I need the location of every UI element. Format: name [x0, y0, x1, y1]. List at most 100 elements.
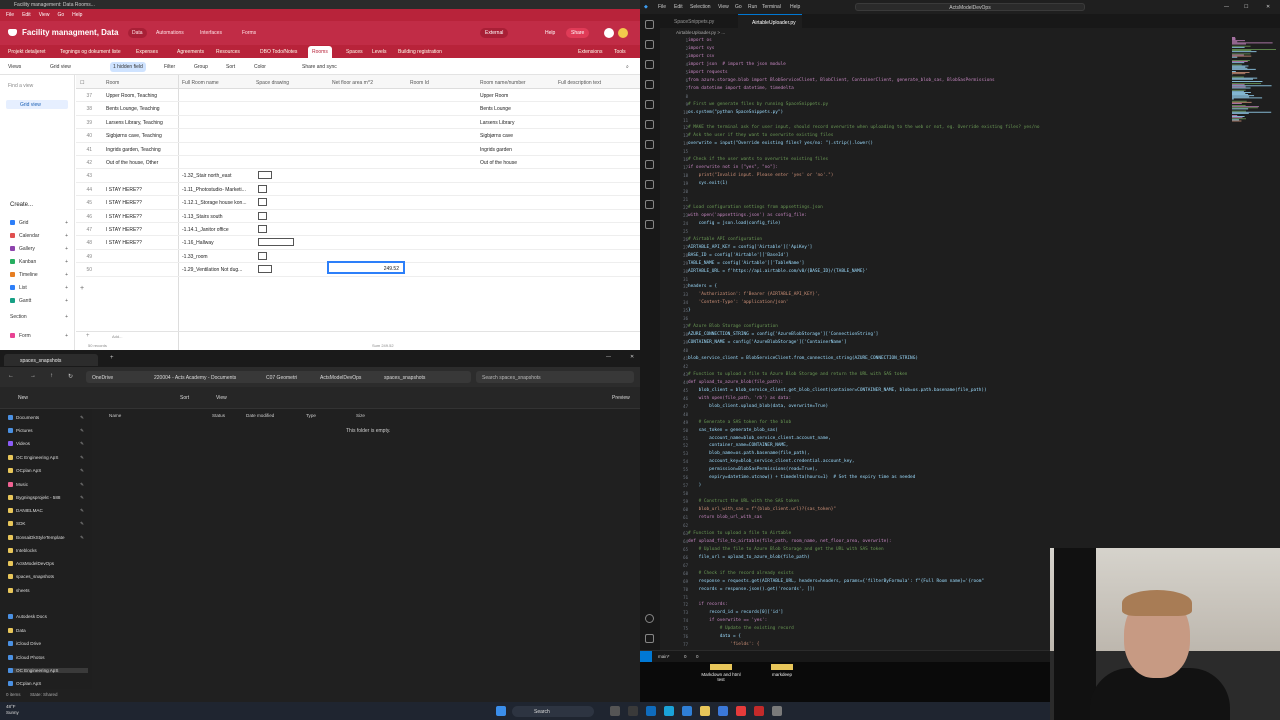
- code-line[interactable]: with open('appsettings.json') as config_…: [688, 212, 1248, 220]
- edge-icon[interactable]: [664, 706, 674, 716]
- cell-room-number[interactable]: Upper Room: [480, 93, 552, 99]
- space-drawing-thumbnail[interactable]: [258, 251, 267, 260]
- code-line[interactable]: if overwrite not in ["yes", "no"]:: [688, 164, 1248, 172]
- col-room[interactable]: Room: [106, 80, 119, 86]
- menu-selection[interactable]: Selection: [690, 4, 711, 10]
- nav-item[interactable]: Videos ✎: [8, 441, 88, 447]
- code-line[interactable]: # Construct the URL with the SAS token: [688, 498, 1248, 506]
- nav-data[interactable]: Data: [128, 28, 147, 38]
- code-line[interactable]: # Generate a SAS token for the blob: [688, 419, 1248, 427]
- code-line[interactable]: [688, 522, 1248, 530]
- tab-levels[interactable]: Levels: [372, 49, 386, 55]
- sort-button[interactable]: Sort: [180, 395, 189, 401]
- nav-item[interactable]: iCloud Photos: [8, 655, 88, 661]
- table-row[interactable]: 48 I STAY HERE?? -1.16_Hallway: [76, 236, 640, 250]
- code-line[interactable]: blob_client = blob_service_client.get_bl…: [688, 387, 1248, 395]
- col-date-modified[interactable]: Date modified: [246, 413, 274, 418]
- desktop-item-markdown[interactable]: Markdown and html test: [701, 672, 741, 682]
- cell-room[interactable]: I STAY HERE??: [106, 240, 176, 246]
- folder-icon[interactable]: [710, 664, 732, 670]
- code-line[interactable]: [688, 228, 1248, 236]
- space-drawing-thumbnail[interactable]: [258, 184, 267, 193]
- table-row[interactable]: 39 Larsens Library, Teaching Larsens Libra…: [76, 116, 640, 130]
- menu-run[interactable]: Run: [748, 4, 757, 10]
- code-line[interactable]: ): [688, 482, 1248, 490]
- menu-file[interactable]: File: [658, 4, 666, 10]
- crumb-c07[interactable]: C07 Geometri: [266, 375, 297, 381]
- code-line[interactable]: # Airtable API configuration: [688, 236, 1248, 244]
- tab-tegnings-liste[interactable]: Tegnings og dokument liste: [60, 49, 121, 55]
- col-room-name-number[interactable]: Room name/number: [480, 80, 526, 86]
- extensions-icon[interactable]: [645, 100, 654, 109]
- cell-room[interactable]: Larsens Library, Teaching: [106, 120, 176, 126]
- start-icon[interactable]: [496, 706, 506, 716]
- tab-dbo-todo[interactable]: DBO Todo/Notes: [260, 49, 297, 55]
- search-icon[interactable]: [645, 40, 654, 49]
- maximize-icon[interactable]: ☐: [1244, 4, 1248, 10]
- nav-item[interactable]: spaces_snapshots: [8, 574, 88, 580]
- copilot-icon[interactable]: [645, 220, 654, 229]
- space-drawing-thumbnail[interactable]: [258, 265, 272, 274]
- code-line[interactable]: [688, 490, 1248, 498]
- nav-item[interactable]: SDK ✎: [8, 521, 88, 527]
- airtable-taskbar-icon[interactable]: [754, 706, 764, 716]
- create-view-header[interactable]: Create...: [10, 202, 33, 208]
- cell-full-room-name[interactable]: -1.33_room: [182, 254, 252, 260]
- back-arrow-icon[interactable]: ←: [8, 373, 14, 379]
- code-line[interactable]: [688, 276, 1248, 284]
- col-room-id[interactable]: Room Id: [410, 80, 429, 86]
- acrobat-icon[interactable]: [736, 706, 746, 716]
- tab-spaces[interactable]: Spaces: [346, 49, 363, 55]
- azure-icon[interactable]: [645, 200, 654, 209]
- tab-expenses[interactable]: Expenses: [136, 49, 158, 55]
- code-line[interactable]: AIRTABLE_URL = f'https://api.airtable.co…: [688, 268, 1248, 276]
- menu-help[interactable]: Help: [790, 4, 800, 10]
- minimize-icon[interactable]: —: [1224, 4, 1229, 10]
- create-kanban[interactable]: Kanban +: [10, 259, 68, 265]
- create-timeline[interactable]: Timeline +: [10, 272, 68, 278]
- branch-indicator[interactable]: main*: [658, 654, 670, 659]
- col-size[interactable]: Size: [356, 413, 365, 418]
- python-icon[interactable]: [645, 160, 654, 169]
- table-row[interactable]: 44 I STAY HERE?? -1.11_Photostudio- Market…: [76, 183, 640, 197]
- cell-full-room-name[interactable]: -1.13_Stairs south: [182, 214, 252, 220]
- close-icon[interactable]: ✕: [630, 354, 634, 360]
- group-button[interactable]: Group: [194, 64, 208, 70]
- col-full-room-name[interactable]: Full Room name: [182, 80, 219, 86]
- code-line[interactable]: print("Invalid input. Please enter 'yes'…: [688, 172, 1248, 180]
- explorer-search-input[interactable]: Search spaces_snapshots: [476, 371, 634, 383]
- menu-view[interactable]: View: [39, 12, 50, 18]
- task-view-icon[interactable]: [610, 706, 620, 716]
- code-line[interactable]: # Function to upload a file to Azure Blo…: [688, 371, 1248, 379]
- cell-full-room-name[interactable]: -1.32_Stair north_east: [182, 173, 252, 179]
- table-row[interactable]: 38 Bents Lounge, Teaching Bents Lounge: [76, 102, 640, 116]
- cell-full-room-name[interactable]: -1.14.1_Janitor office: [182, 227, 252, 233]
- code-line[interactable]: [688, 196, 1248, 204]
- code-line[interactable]: blob_name=os.path.basename(file_path),: [688, 450, 1248, 458]
- table-row[interactable]: 47 I STAY HERE?? -1.14.1_Janitor office: [76, 223, 640, 237]
- create-gantt[interactable]: Gantt +: [10, 298, 68, 304]
- nav-item[interactable]: OC Engineering ApS: [8, 668, 88, 674]
- cell-room[interactable]: I STAY HERE??: [106, 227, 176, 233]
- nav-item[interactable]: Inteblocks: [8, 548, 88, 554]
- create-gallery[interactable]: Gallery +: [10, 246, 68, 252]
- path-breadcrumb[interactable]: OneDrive 220004 - Acts Academy - Documen…: [86, 371, 471, 383]
- col-net-floor-area[interactable]: Net floor area m^2: [332, 80, 373, 86]
- command-center-search[interactable]: ActsModelDevOps: [855, 3, 1085, 11]
- tab-spacesnippets[interactable]: SpaceSnippets.py: [660, 14, 720, 28]
- space-drawing-thumbnail[interactable]: [258, 198, 267, 207]
- filter-button[interactable]: Filter: [164, 64, 175, 70]
- code-line[interactable]: with open(file_path, 'rb') as data:: [688, 395, 1248, 403]
- code-line[interactable]: }: [688, 307, 1248, 315]
- nav-item[interactable]: Documents ✎: [8, 415, 88, 421]
- nav-item[interactable]: OCplan ApS ✎: [8, 468, 88, 474]
- code-line[interactable]: os.system("python SpaceSnippets.py"): [688, 109, 1248, 117]
- code-line[interactable]: [688, 188, 1248, 196]
- cell-full-room-name[interactable]: -1.16_Hallway: [182, 240, 252, 246]
- menu-go[interactable]: Go: [735, 4, 742, 10]
- code-line[interactable]: # Function to upload a file to Airtable: [688, 530, 1248, 538]
- minimap[interactable]: [1230, 37, 1278, 127]
- hidden-fields-button[interactable]: 1 hidden field: [110, 62, 146, 72]
- nav-automations[interactable]: Automations: [156, 30, 184, 36]
- tab-rooms[interactable]: Rooms: [308, 46, 332, 58]
